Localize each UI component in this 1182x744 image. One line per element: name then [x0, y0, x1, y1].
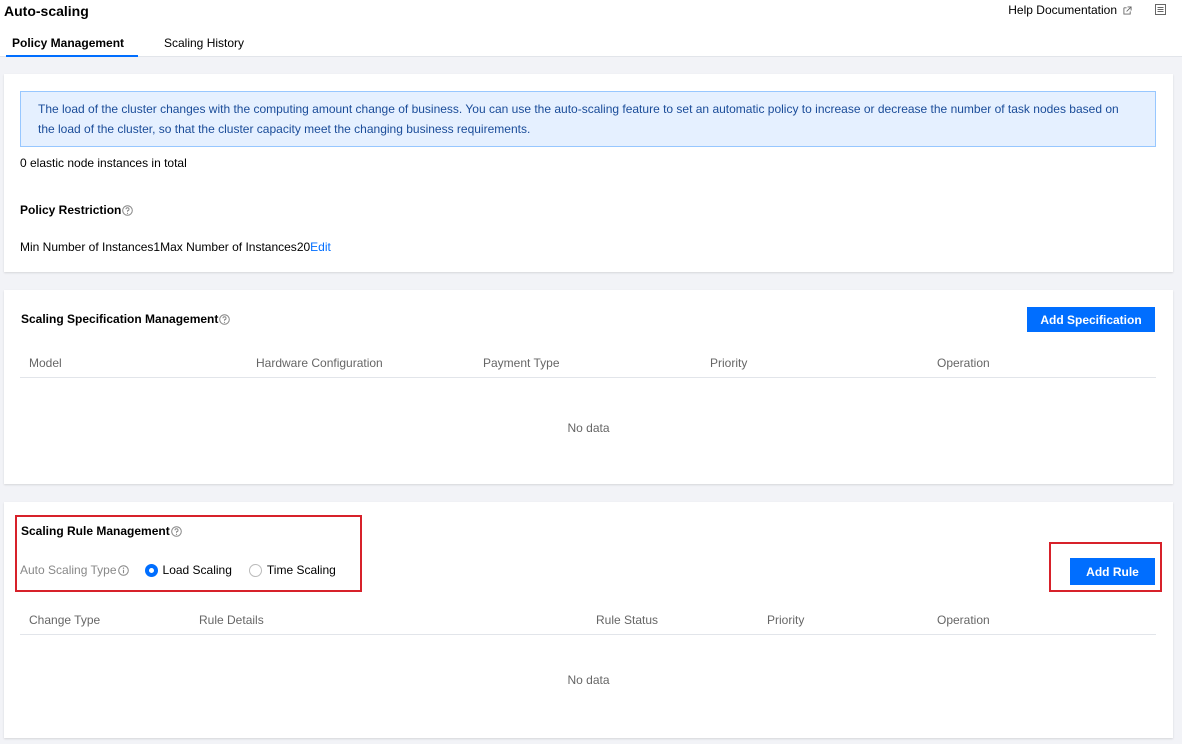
radio-selected-icon — [144, 563, 158, 577]
help-documentation-link[interactable]: Help Documentation — [1008, 3, 1132, 17]
instance-limits: Min Number of Instances 1 Max Number of … — [20, 240, 331, 254]
load-scaling-radio[interactable]: Load Scaling — [144, 563, 232, 577]
scaling-spec-card: Scaling Specification Management Add Spe… — [4, 290, 1173, 484]
info-notice: The load of the cluster changes with the… — [20, 91, 1156, 147]
column-header: Operation — [937, 356, 990, 370]
tab-bar: Policy Management Scaling History — [0, 36, 264, 57]
tab-policy-management[interactable]: Policy Management — [6, 36, 138, 57]
spec-section-title: Scaling Specification Management — [21, 312, 231, 326]
policy-restriction-title: Policy Restriction — [20, 203, 134, 217]
page-title: Auto-scaling — [4, 3, 89, 19]
column-header: Rule Status — [596, 613, 659, 627]
rule-empty-state: No data — [567, 673, 610, 687]
time-scaling-radio[interactable]: Time Scaling — [248, 563, 336, 577]
document-list-icon[interactable] — [1155, 4, 1166, 15]
tab-scaling-history[interactable]: Scaling History — [158, 36, 250, 57]
add-specification-button[interactable]: Add Specification — [1027, 307, 1155, 332]
spec-table-header: Model Hardware Configuration Payment Typ… — [20, 349, 1156, 378]
policy-overview-card: The load of the cluster changes with the… — [4, 74, 1173, 272]
min-instances-value: 1 — [153, 240, 161, 254]
external-link-icon — [1123, 5, 1132, 15]
instance-total: 0 elastic node instances in total — [20, 156, 187, 170]
rule-section-label: Scaling Rule Management — [21, 524, 170, 538]
column-header: Change Type — [29, 613, 101, 627]
spec-section-label: Scaling Specification Management — [21, 312, 219, 326]
column-header: Priority — [710, 356, 748, 370]
add-rule-button[interactable]: Add Rule — [1070, 558, 1155, 585]
scaling-rule-card: Scaling Rule Management Auto Scaling Typ… — [4, 502, 1173, 738]
radio-unselected-icon — [248, 563, 262, 577]
column-header: Model — [29, 356, 62, 370]
column-header: Hardware Configuration — [256, 356, 383, 370]
auto-scaling-type-text: Auto Scaling Type — [20, 563, 117, 577]
rule-table-header: Change Type Rule Details Rule Status Pri… — [20, 606, 1156, 635]
load-scaling-label: Load Scaling — [162, 563, 232, 577]
spec-empty-state: No data — [567, 421, 610, 435]
time-scaling-label: Time Scaling — [266, 563, 336, 577]
top-bar: Auto-scaling Help Documentation Policy M… — [0, 0, 1182, 57]
column-header: Priority — [767, 613, 805, 627]
help-circle-icon[interactable] — [122, 204, 134, 216]
info-circle-icon[interactable] — [117, 564, 129, 576]
min-instances-label: Min Number of Instances — [20, 240, 154, 254]
max-instances-value: 20 — [296, 240, 311, 254]
column-header: Rule Details — [199, 613, 264, 627]
column-header: Operation — [937, 613, 990, 627]
help-documentation-label: Help Documentation — [1008, 3, 1117, 17]
help-circle-icon[interactable] — [170, 525, 182, 537]
column-header: Payment Type — [483, 356, 560, 370]
policy-restriction-label: Policy Restriction — [20, 203, 122, 217]
max-instances-label: Max Number of Instances — [160, 240, 297, 254]
help-circle-icon[interactable] — [219, 313, 231, 325]
auto-scaling-type-label: Auto Scaling Type — [20, 563, 129, 577]
edit-limits-link[interactable]: Edit — [310, 240, 331, 254]
auto-scaling-type-row: Auto Scaling Type Load Scaling Time Scal… — [20, 563, 353, 577]
rule-section-title: Scaling Rule Management — [21, 524, 182, 538]
